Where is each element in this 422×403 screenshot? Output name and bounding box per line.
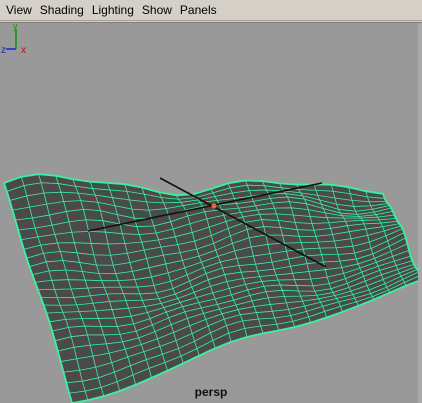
maya-viewport-panel: View Shading Lighting Show Panels y z x … (0, 0, 422, 403)
z-axis-label: z (1, 45, 6, 56)
terrain-mesh-wireframe[interactable] (0, 23, 422, 403)
camera-name-label: persp (194, 385, 228, 399)
menu-show[interactable]: Show (138, 1, 176, 19)
viewport-edge (418, 23, 422, 403)
y-axis-label: y (13, 23, 18, 31)
perspective-viewport[interactable]: y z x persp (0, 22, 422, 403)
panel-menubar: View Shading Lighting Show Panels (0, 0, 422, 21)
view-axis-gizmo: y z x (1, 23, 26, 56)
origin-marker (211, 203, 217, 209)
menu-view[interactable]: View (2, 1, 36, 19)
x-axis-label: x (21, 45, 26, 56)
menu-lighting[interactable]: Lighting (88, 1, 138, 19)
menu-shading[interactable]: Shading (36, 1, 88, 19)
menu-panels[interactable]: Panels (176, 1, 221, 19)
